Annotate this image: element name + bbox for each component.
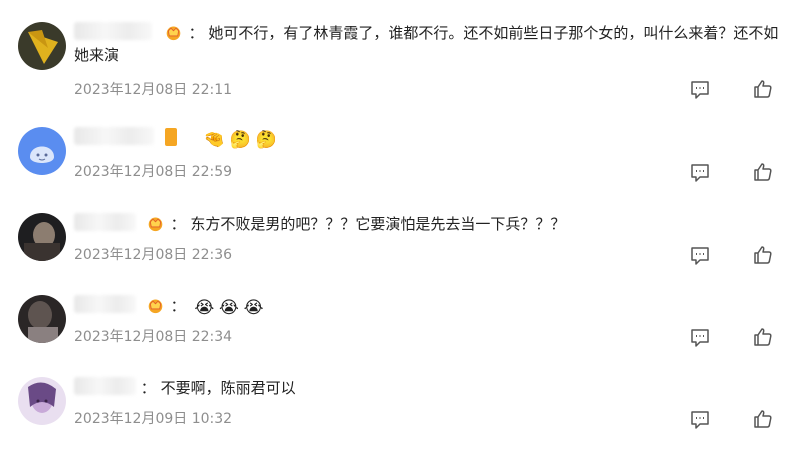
username[interactable] [74, 377, 136, 395]
comment-emoji: 😭 [243, 298, 264, 318]
comment-text-row: 🤏 🤔 🤔 [74, 127, 784, 151]
timestamp: 2023年12月08日 22:34 [74, 329, 233, 345]
timestamp: 2023年12月09日 10:32 [74, 411, 233, 427]
timestamp: 2023年12月08日 22:11 [74, 82, 233, 98]
comment-emoji: 🤔 [255, 130, 277, 150]
comment-emoji: 😭 [194, 298, 215, 318]
avatar[interactable] [18, 377, 66, 425]
avatar[interactable] [18, 213, 66, 261]
comment-icon[interactable] [689, 327, 711, 349]
comment-separator: ： [140, 379, 156, 397]
comment-item: ： 不要啊，陈丽君可以 2023年12月09日 10:32 [0, 377, 800, 459]
comment-item: 🤏 🤔 🤔 2023年12月08日 22:59 [0, 127, 800, 209]
thumbs-up-icon[interactable] [752, 408, 774, 430]
thumbs-up-icon[interactable] [752, 161, 774, 183]
comment-separator: ： [170, 297, 186, 315]
timestamp: 2023年12月08日 22:36 [74, 247, 233, 263]
timestamp: 2023年12月08日 22:59 [74, 164, 233, 180]
username[interactable] [74, 22, 152, 40]
thumbs-up-icon[interactable] [752, 244, 774, 266]
crown-badge-icon [166, 26, 181, 41]
comment-text-row: ： 东方不败是男的吧？？？它要演怕是先去当一下兵？？？ [74, 213, 784, 235]
comment-text-row: ： 😭 😭 😭 [74, 295, 784, 319]
thumbs-up-icon[interactable] [752, 78, 774, 100]
avatar[interactable] [18, 22, 66, 70]
comment-icon[interactable] [689, 245, 711, 267]
username[interactable] [74, 295, 136, 313]
comment-separator: ： [188, 24, 204, 42]
avatar[interactable] [18, 127, 66, 175]
comment-text-row: ： 她可不行，有了林青霞了，谁都不行。还不如前些日子那个女的，叫什么来着？还不如… [74, 22, 784, 66]
comment-item: ： 东方不败是男的吧？？？它要演怕是先去当一下兵？？？ 2023年12月08日 … [0, 213, 800, 295]
comment-item: ： 她可不行，有了林青霞了，谁都不行。还不如前些日子那个女的，叫什么来着？还不如… [0, 22, 800, 104]
username[interactable] [74, 127, 154, 145]
comment-text: 不要啊，陈丽君可以 [160, 379, 296, 397]
username-decoration [164, 128, 177, 146]
comment-icon[interactable] [689, 79, 711, 101]
comment-separator: ： [170, 215, 186, 233]
thumbs-up-icon[interactable] [752, 326, 774, 348]
comment-emoji: 😭 [219, 298, 239, 318]
username[interactable] [74, 213, 136, 231]
comment-text: 东方不败是男的吧？？？它要演怕是先去当一下兵？？？ [190, 215, 566, 233]
comment-icon[interactable] [689, 409, 711, 431]
comment-emoji: 🤔 [229, 130, 251, 150]
comment-emoji: 🤏 [203, 130, 225, 150]
avatar[interactable] [18, 295, 66, 343]
crown-badge-icon [148, 299, 163, 314]
crown-badge-icon [148, 217, 163, 232]
comment-icon[interactable] [689, 162, 711, 184]
comment-item: ： 😭 😭 😭 2023年12月08日 22:34 [0, 295, 800, 377]
comment-text-row: ： 不要啊，陈丽君可以 [74, 377, 784, 399]
